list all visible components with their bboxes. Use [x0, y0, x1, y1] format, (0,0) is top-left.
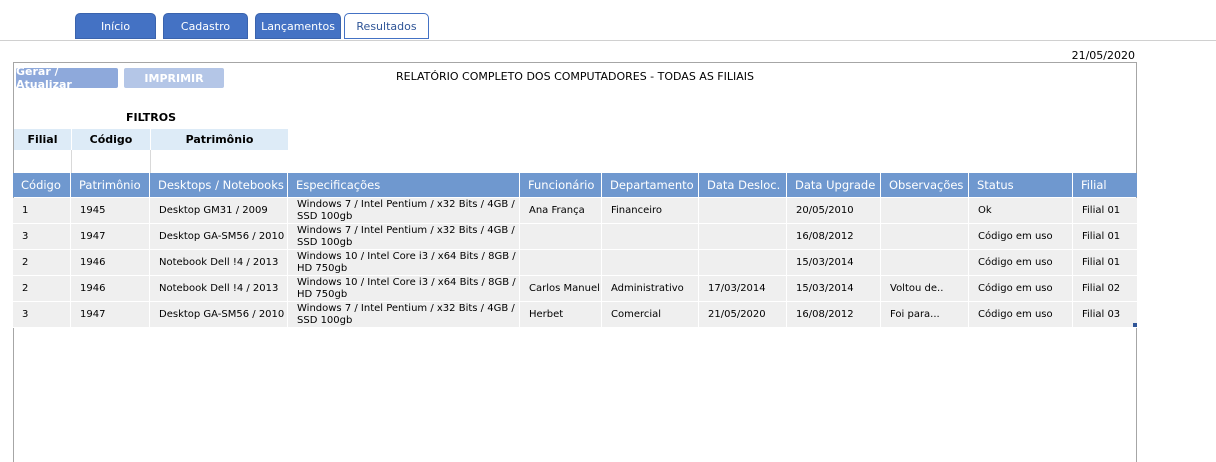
filter-header-patrimonio: Patrimônio — [151, 129, 288, 150]
generate-update-button[interactable]: Gerar / Atualizar — [16, 65, 118, 91]
cell-equipment: Notebook Dell !4 / 2013 — [150, 276, 288, 302]
cell-codigo: 3 — [13, 224, 71, 250]
cell-status: Código em uso — [969, 250, 1073, 276]
cell-status: Código em uso — [969, 224, 1073, 250]
cell-employee — [520, 224, 602, 250]
tab-inicio[interactable]: Início — [75, 13, 156, 39]
cell-specs: Windows 10 / Intel Core i3 / x64 Bits / … — [288, 250, 520, 276]
cell-equipment: Desktop GA-SM56 / 2010 — [150, 224, 288, 250]
tab-cadastro[interactable]: Cadastro — [163, 13, 248, 39]
cell-specs: Windows 7 / Intel Pentium / x32 Bits / 4… — [288, 302, 520, 328]
cell-data-upgrade: 16/08/2012 — [787, 224, 881, 250]
report-title: RELATÓRIO COMPLETO DOS COMPUTADORES - TO… — [395, 70, 754, 83]
cell-observations: Foi para... — [881, 302, 969, 328]
table-row[interactable]: 3 1947 Desktop GA-SM56 / 2010 Windows 7 … — [13, 302, 1137, 328]
cell-patrimonio: 1947 — [71, 302, 150, 328]
cell-data-upgrade: 20/05/2010 — [787, 198, 881, 224]
filter-divider — [150, 150, 151, 173]
cell-department: Administrativo — [602, 276, 699, 302]
print-button[interactable]: IMPRIMIR — [124, 68, 224, 88]
filter-input-codigo[interactable] — [72, 150, 150, 172]
table-resize-handle[interactable] — [1133, 323, 1137, 327]
cell-codigo: 2 — [13, 276, 71, 302]
cell-equipment: Desktop GM31 / 2009 — [150, 198, 288, 224]
table-row[interactable]: 3 1947 Desktop GA-SM56 / 2010 Windows 7 … — [13, 224, 1137, 250]
cell-patrimonio: 1947 — [71, 224, 150, 250]
cell-employee: Carlos Manuel — [520, 276, 602, 302]
tab-divider — [0, 40, 1216, 41]
cell-codigo: 2 — [13, 250, 71, 276]
column-header-desktops-notebooks[interactable]: Desktops / Notebooks — [150, 173, 288, 197]
filter-header-codigo: Código — [72, 129, 150, 150]
cell-observations — [881, 198, 969, 224]
column-header-data-desloc[interactable]: Data Desloc. — [699, 173, 787, 197]
table-row[interactable]: 2 1946 Notebook Dell !4 / 2013 Windows 1… — [13, 276, 1137, 302]
cell-data-upgrade: 16/08/2012 — [787, 302, 881, 328]
cell-patrimonio: 1946 — [71, 276, 150, 302]
filter-input-patrimonio[interactable] — [151, 150, 288, 172]
cell-patrimonio: 1946 — [71, 250, 150, 276]
column-header-departamento[interactable]: Departamento — [602, 173, 699, 197]
cell-observations: Voltou de.. — [881, 276, 969, 302]
cell-specs: Windows 7 / Intel Pentium / x32 Bits / 4… — [288, 198, 520, 224]
cell-data-upgrade: 15/03/2014 — [787, 250, 881, 276]
cell-employee: Ana França — [520, 198, 602, 224]
cell-status: Ok — [969, 198, 1073, 224]
cell-filial: Filial 02 — [1082, 283, 1121, 294]
filter-divider — [71, 150, 72, 173]
cell-status: Código em uso — [969, 276, 1073, 302]
filter-input-filial[interactable] — [14, 150, 71, 172]
column-header-funcionario[interactable]: Funcionário — [520, 173, 602, 197]
cell-department: Financeiro — [602, 198, 699, 224]
cell-data-desloc: 21/05/2020 — [699, 302, 787, 328]
cell-employee: Herbet — [520, 302, 602, 328]
cell-patrimonio: 1945 — [71, 198, 150, 224]
cell-observations — [881, 250, 969, 276]
cell-observations — [881, 224, 969, 250]
column-header-filial[interactable]: Filial — [1073, 173, 1137, 197]
cell-filial: Filial 01 — [1082, 205, 1121, 216]
cell-data-desloc — [699, 250, 787, 276]
cell-codigo: 1 — [13, 198, 71, 224]
cell-filial: Filial 01 — [1082, 257, 1121, 268]
report-date: 21/05/2020 — [1071, 49, 1135, 62]
column-header-patrimonio[interactable]: Patrimônio — [71, 173, 150, 197]
cell-status: Código em uso — [969, 302, 1073, 328]
column-header-data-upgrade[interactable]: Data Upgrade — [787, 173, 881, 197]
cell-codigo: 3 — [13, 302, 71, 328]
table-header: Código Patrimônio Desktops / Notebooks E… — [13, 173, 1137, 197]
cell-data-desloc: 17/03/2014 — [699, 276, 787, 302]
cell-equipment: Desktop GA-SM56 / 2010 — [150, 302, 288, 328]
cell-specs: Windows 7 / Intel Pentium / x32 Bits / 4… — [288, 224, 520, 250]
cell-filial: Filial 01 — [1082, 231, 1121, 242]
cell-data-upgrade: 15/03/2014 — [787, 276, 881, 302]
column-header-codigo[interactable]: Código — [13, 173, 71, 197]
cell-data-desloc — [699, 224, 787, 250]
cell-data-desloc — [699, 198, 787, 224]
tab-resultados[interactable]: Resultados — [344, 13, 429, 39]
table-row[interactable]: 1 1945 Desktop GM31 / 2009 Windows 7 / I… — [13, 198, 1137, 224]
cell-department — [602, 250, 699, 276]
column-header-especificacoes[interactable]: Especificações — [288, 173, 520, 197]
cell-department — [602, 224, 699, 250]
filter-header-filial: Filial — [14, 129, 71, 150]
cell-employee — [520, 250, 602, 276]
cell-department: Comercial — [602, 302, 699, 328]
cell-equipment: Notebook Dell !4 / 2013 — [150, 250, 288, 276]
cell-filial: Filial 03 — [1082, 309, 1121, 320]
cell-specs: Windows 10 / Intel Core i3 / x64 Bits / … — [288, 276, 520, 302]
column-header-observacoes[interactable]: Observações — [881, 173, 969, 197]
tab-lancamentos[interactable]: Lançamentos — [255, 13, 341, 39]
column-header-status[interactable]: Status — [969, 173, 1073, 197]
filters-title: FILTROS — [125, 111, 177, 124]
table-row[interactable]: 2 1946 Notebook Dell !4 / 2013 Windows 1… — [13, 250, 1137, 276]
